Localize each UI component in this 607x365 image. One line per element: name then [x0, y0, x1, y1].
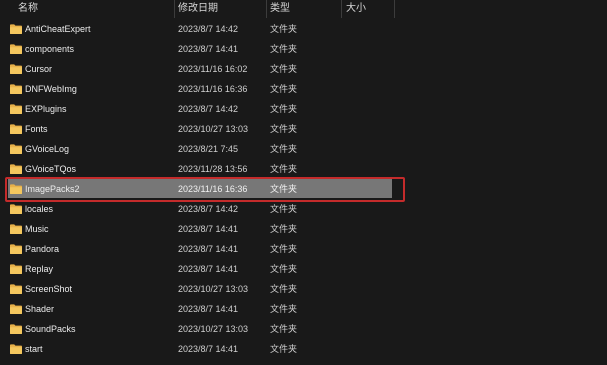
folder-icon	[10, 324, 22, 334]
table-row[interactable]: ScreenShot 2023/10/27 13:03 文件夹	[0, 279, 607, 299]
file-type: 文件夹	[270, 124, 298, 134]
modified-date: 2023/8/7 14:42	[178, 24, 239, 34]
column-header-type[interactable]: 类型	[270, 0, 290, 18]
file-name[interactable]: DNFWebImg	[25, 79, 77, 99]
folder-icon	[10, 164, 22, 174]
file-name[interactable]: start	[25, 339, 43, 359]
file-type: 文件夹	[270, 44, 298, 54]
column-header-name[interactable]: 名称	[18, 0, 38, 18]
folder-icon	[10, 184, 22, 194]
column-divider[interactable]	[174, 0, 175, 18]
file-name[interactable]: Fonts	[25, 119, 48, 139]
file-type: 文件夹	[270, 304, 298, 314]
file-type: 文件夹	[270, 224, 298, 234]
column-divider[interactable]	[394, 0, 395, 18]
file-name[interactable]: Music	[25, 219, 49, 239]
file-name[interactable]: Replay	[25, 259, 53, 279]
file-type: 文件夹	[270, 104, 298, 114]
table-row[interactable]: DNFWebImg 2023/11/16 16:36 文件夹	[0, 79, 607, 99]
table-row[interactable]: GVoiceLog 2023/8/21 7:45 文件夹	[0, 139, 607, 159]
modified-date: 2023/8/7 14:42	[178, 204, 239, 214]
file-name[interactable]: components	[25, 39, 74, 59]
table-row[interactable]: locales 2023/8/7 14:42 文件夹	[0, 199, 607, 219]
table-row[interactable]: EXPlugins 2023/8/7 14:42 文件夹	[0, 99, 607, 119]
modified-date: 2023/8/7 14:41	[178, 244, 239, 254]
folder-icon	[10, 344, 22, 354]
folder-icon	[10, 264, 22, 274]
table-row[interactable]: ImagePacks2 2023/11/16 16:36 文件夹	[0, 179, 607, 199]
column-divider[interactable]	[266, 0, 267, 18]
modified-date: 2023/11/28 13:56	[178, 164, 248, 174]
file-name[interactable]: AntiCheatExpert	[25, 19, 91, 39]
table-row[interactable]: AntiCheatExpert 2023/8/7 14:42 文件夹	[0, 19, 607, 39]
file-name[interactable]: ImagePacks2	[25, 179, 80, 199]
table-row[interactable]: Replay 2023/8/7 14:41 文件夹	[0, 259, 607, 279]
file-name[interactable]: GVoiceLog	[25, 139, 69, 159]
file-type: 文件夹	[270, 284, 298, 294]
modified-date: 2023/8/7 14:41	[178, 224, 239, 234]
modified-date: 2023/11/16 16:02	[178, 64, 248, 74]
file-name[interactable]: GVoiceTQos	[25, 159, 76, 179]
file-type: 文件夹	[270, 244, 298, 254]
table-row[interactable]: Cursor 2023/11/16 16:02 文件夹	[0, 59, 607, 79]
file-type: 文件夹	[270, 164, 298, 174]
file-name[interactable]: locales	[25, 199, 53, 219]
modified-date: 2023/8/7 14:41	[178, 304, 239, 314]
column-header-bar: 名称 修改日期 类型 大小	[0, 0, 607, 18]
file-type: 文件夹	[270, 84, 298, 94]
table-row[interactable]: GVoiceTQos 2023/11/28 13:56 文件夹	[0, 159, 607, 179]
file-type: 文件夹	[270, 64, 298, 74]
folder-icon	[10, 284, 22, 294]
table-row[interactable]: Music 2023/8/7 14:41 文件夹	[0, 219, 607, 239]
file-type: 文件夹	[270, 344, 298, 354]
modified-date: 2023/11/16 16:36	[178, 84, 248, 94]
column-divider[interactable]	[341, 0, 342, 18]
folder-icon	[10, 304, 22, 314]
folder-icon	[10, 24, 22, 34]
folder-icon	[10, 204, 22, 214]
modified-date: 2023/8/7 14:41	[178, 264, 239, 274]
file-name[interactable]: SoundPacks	[25, 319, 76, 339]
table-row[interactable]: components 2023/8/7 14:41 文件夹	[0, 39, 607, 59]
modified-date: 2023/8/7 14:42	[178, 104, 239, 114]
folder-icon	[10, 144, 22, 154]
modified-date: 2023/11/16 16:36	[178, 184, 248, 194]
folder-icon	[10, 124, 22, 134]
folder-icon	[10, 244, 22, 254]
modified-date: 2023/10/27 13:03	[178, 284, 249, 294]
file-type: 文件夹	[270, 324, 298, 334]
table-row[interactable]: Pandora 2023/8/7 14:41 文件夹	[0, 239, 607, 259]
file-type: 文件夹	[270, 264, 298, 274]
file-name[interactable]: Cursor	[25, 59, 52, 79]
file-name[interactable]: EXPlugins	[25, 99, 67, 119]
table-row[interactable]: start 2023/8/7 14:41 文件夹	[0, 339, 607, 359]
column-header-size[interactable]: 大小	[346, 0, 366, 18]
modified-date: 2023/10/27 13:03	[178, 124, 249, 134]
file-name[interactable]: Shader	[25, 299, 54, 319]
table-row[interactable]: Shader 2023/8/7 14:41 文件夹	[0, 299, 607, 319]
file-type: 文件夹	[270, 184, 298, 194]
modified-date: 2023/10/27 13:03	[178, 324, 249, 334]
table-row[interactable]: SoundPacks 2023/10/27 13:03 文件夹	[0, 319, 607, 339]
file-list: AntiCheatExpert 2023/8/7 14:42 文件夹 componen…	[0, 19, 607, 359]
file-explorer-list: 名称 修改日期 类型 大小 AntiCheatExpert 2023/8/7 14…	[0, 0, 607, 365]
file-type: 文件夹	[270, 24, 298, 34]
file-type: 文件夹	[270, 204, 298, 214]
folder-icon	[10, 104, 22, 114]
modified-date: 2023/8/21 7:45	[178, 144, 239, 154]
table-row[interactable]: Fonts 2023/10/27 13:03 文件夹	[0, 119, 607, 139]
file-name[interactable]: ScreenShot	[25, 279, 72, 299]
folder-icon	[10, 44, 22, 54]
folder-icon	[10, 84, 22, 94]
folder-icon	[10, 64, 22, 74]
file-name[interactable]: Pandora	[25, 239, 59, 259]
modified-date: 2023/8/7 14:41	[178, 344, 239, 354]
file-type: 文件夹	[270, 144, 298, 154]
modified-date: 2023/8/7 14:41	[178, 44, 239, 54]
column-header-date[interactable]: 修改日期	[178, 0, 218, 18]
folder-icon	[10, 224, 22, 234]
